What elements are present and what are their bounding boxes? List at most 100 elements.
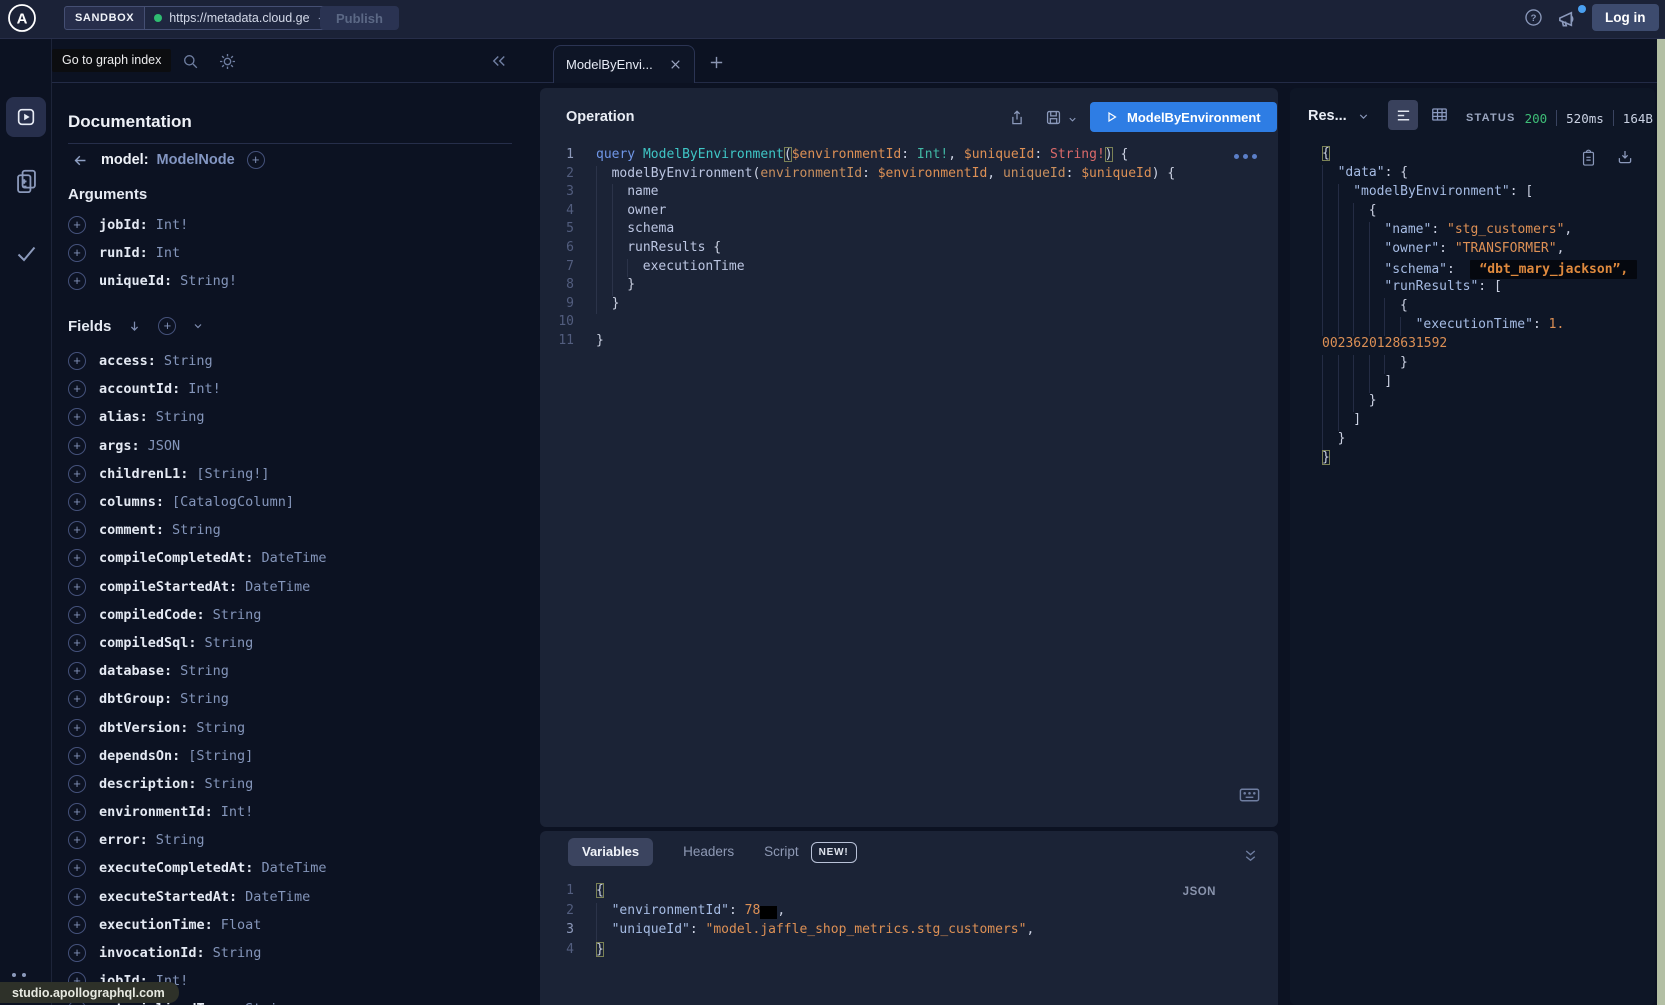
add-field-icon[interactable]: + [68,352,86,370]
field-row[interactable]: +environmentId:Int! [68,798,326,826]
field-row[interactable]: +dbtGroup:String [68,685,326,713]
field-row[interactable]: +access:String [68,347,326,375]
field-row[interactable]: +dbtVersion:String [68,713,326,741]
add-field-icon[interactable]: + [68,437,86,455]
field-row[interactable]: +childrenL1:[String!] [68,460,326,488]
code-line: ] [1322,374,1652,393]
field-type: String [180,663,229,679]
save-options-chevron-icon[interactable] [1067,114,1078,125]
tab-headers[interactable]: Headers [683,838,734,866]
field-type: Int [156,245,180,261]
add-field-icon[interactable]: + [68,465,86,483]
field-row[interactable]: +description:String [68,770,326,798]
field-row[interactable]: +comment:String [68,516,326,544]
sidebar-item-schema-diff[interactable] [13,167,40,197]
field-row[interactable]: +executionTime:Float [68,911,326,939]
sort-fields-icon[interactable] [127,318,142,334]
response-format-table-toggle[interactable] [1430,105,1449,124]
field-row[interactable]: +compiledSql:String [68,629,326,657]
response-json-viewer[interactable]: {"data": {"modelByEnvironment": [{"name"… [1322,146,1652,469]
add-field-icon[interactable]: + [68,831,86,849]
add-field-icon[interactable]: + [68,690,86,708]
tab-variables[interactable]: Variables [568,838,653,866]
add-field-icon[interactable]: + [68,803,86,821]
docs-breadcrumb-type[interactable]: ModelNode [157,152,235,168]
field-row[interactable]: +invocationId:String [68,939,326,967]
add-field-icon[interactable]: + [68,578,86,596]
field-row[interactable]: +args:JSON [68,432,326,460]
add-field-icon[interactable]: + [68,216,86,234]
endpoint-url-input[interactable]: https://metadata.cloud.get [145,6,341,30]
add-field-icon[interactable]: + [68,888,86,906]
close-tab-icon[interactable] [669,58,682,71]
field-row[interactable]: +uniqueId:String! [68,267,237,295]
field-row[interactable]: +columns:[CatalogColumn] [68,488,326,516]
tab-modelbyenvironment[interactable]: ModelByEnvi... [553,45,695,83]
field-row[interactable]: +compiledCode:String [68,601,326,629]
operation-editor[interactable]: 1query ModelByEnvironment($environmentId… [540,147,1260,352]
announcements-megaphone-icon[interactable] [1556,8,1579,31]
search-icon[interactable] [181,52,200,71]
add-all-fields-icon[interactable]: + [158,317,176,335]
response-title[interactable]: Res... [1308,108,1347,124]
tab-script[interactable]: Script [764,838,799,866]
redacted-value [760,906,777,919]
add-field-icon[interactable]: + [68,521,86,539]
code-token: ) [1105,147,1113,162]
add-field-icon[interactable]: + [68,408,86,426]
share-icon[interactable] [1008,108,1026,128]
field-row[interactable]: +error:String [68,826,326,854]
code-token [1369,279,1385,298]
field-row[interactable]: +jobId:Int! [68,211,237,239]
new-tab-icon[interactable] [708,54,725,71]
save-icon[interactable] [1044,108,1063,127]
add-field-icon[interactable]: + [68,634,86,652]
help-icon[interactable]: ? [1524,8,1543,27]
response-format-json-toggle[interactable] [1388,100,1418,130]
sidebar-item-operations[interactable] [6,97,46,137]
field-row[interactable]: +runId:Int [68,239,237,267]
field-row[interactable]: +database:String [68,657,326,685]
add-field-icon[interactable]: + [68,272,86,290]
add-field-icon[interactable]: + [68,916,86,934]
login-button[interactable]: Log in [1592,4,1659,31]
field-row[interactable]: +executeStartedAt:DateTime [68,883,326,911]
add-field-icon[interactable]: + [68,747,86,765]
code-token: , [1557,241,1565,256]
chevron-down-icon[interactable] [192,320,204,332]
code-token: : [1034,147,1050,162]
field-row[interactable]: +compileCompletedAt:DateTime [68,544,326,572]
field-row[interactable]: +compileStartedAt:DateTime [68,573,326,601]
collapse-panel-double-chevron-icon[interactable] [1242,848,1259,864]
field-row[interactable]: +dependsOn:[String] [68,742,326,770]
add-field-icon[interactable]: + [68,719,86,737]
add-field-icon[interactable]: + [68,944,86,962]
variables-editor[interactable]: 1{2"environmentId": 78,3"uniqueId": "mod… [540,883,1240,961]
back-arrow-icon[interactable] [72,152,89,169]
sandbox-badge[interactable]: SANDBOX [64,6,145,30]
add-field-icon[interactable]: + [68,775,86,793]
add-field-icon[interactable]: + [68,244,86,262]
code-token: name [627,184,658,199]
sidebar-item-checks[interactable] [14,243,39,265]
add-field-icon[interactable]: + [68,493,86,511]
collapse-docs-icon[interactable] [490,52,508,70]
publish-button[interactable]: Publish [320,6,399,30]
sidebar-more-icon[interactable] [12,973,26,977]
add-field-icon[interactable]: + [68,606,86,624]
field-row[interactable]: +alias:String [68,403,326,431]
apollo-logo-icon[interactable]: A [6,2,38,34]
settings-gear-icon[interactable] [218,52,237,71]
add-field-icon[interactable]: + [68,380,86,398]
code-token [596,903,612,923]
response-dropdown-chevron-icon[interactable] [1357,110,1370,123]
run-operation-button[interactable]: ModelByEnvironment [1090,102,1277,132]
field-name: accountId: [99,381,180,397]
field-row[interactable]: +accountId:Int! [68,375,326,403]
add-field-icon[interactable]: + [68,549,86,567]
keyboard-shortcuts-icon[interactable] [1238,786,1261,804]
add-field-icon[interactable]: + [68,859,86,877]
add-type-icon[interactable]: + [247,151,265,169]
field-row[interactable]: +executeCompletedAt:DateTime [68,854,326,882]
add-field-icon[interactable]: + [68,662,86,680]
